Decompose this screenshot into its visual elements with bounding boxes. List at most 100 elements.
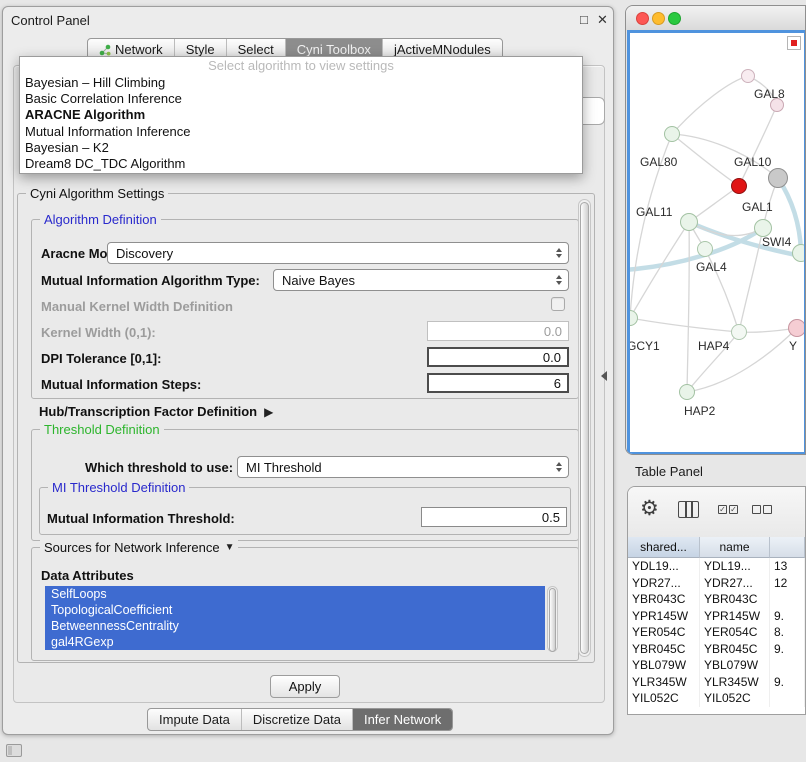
hub-definition-label: Hub/Transcription Factor Definition	[39, 404, 257, 419]
table-toolbar: ⚙ ✓✓	[628, 487, 805, 538]
attribute-item-betweennesscentrality[interactable]: BetweennessCentrality	[45, 618, 545, 634]
tab-label: Impute Data	[159, 712, 230, 727]
expanded-arrow-icon: ▼	[225, 542, 235, 553]
attribute-item-selfloops[interactable]: SelfLoops	[45, 586, 545, 602]
table-row[interactable]: YPR145WYPR145W9.	[628, 608, 805, 625]
settings-gear-icon[interactable]: ⚙	[640, 496, 659, 521]
mi-steps-label: Mutual Information Steps:	[41, 377, 201, 392]
column-header-col2[interactable]	[770, 537, 805, 558]
aracne-mode-select[interactable]: Discovery	[107, 242, 569, 264]
algorithm-option-mutual-information-inference[interactable]: Mutual Information Inference	[20, 124, 582, 140]
tab-label: Infer Network	[364, 712, 441, 727]
tab-infer-network[interactable]: Infer Network	[352, 709, 452, 730]
table-cell: YPR145W	[700, 608, 770, 625]
network-node[interactable]	[768, 168, 788, 188]
table-row[interactable]: YBL079WYBL079W	[628, 657, 805, 674]
control-panel-window: Control Panel □ ✕ NetworkStyleSelectCyni…	[2, 6, 614, 735]
node-label-gal4: GAL4	[696, 260, 727, 274]
attribute-item-topologicalcoefficient[interactable]: TopologicalCoefficient	[45, 602, 545, 618]
scrollbar-thumb[interactable]	[580, 202, 589, 654]
algorithm-option-bayesian-hill-climbing[interactable]: Bayesian – Hill Climbing	[20, 75, 582, 91]
network-node[interactable]	[731, 324, 747, 340]
network-node[interactable]	[697, 241, 713, 257]
float-window-icon[interactable]: □	[580, 12, 588, 27]
tab-label: jActiveMNodules	[394, 42, 491, 57]
tab-impute-data[interactable]: Impute Data	[148, 709, 241, 730]
algorithm-placeholder: Select algorithm to view settings	[20, 57, 582, 75]
algorithm-option-dream8-dc-tdc-algorithm[interactable]: Dream8 DC_TDC Algorithm	[20, 156, 582, 172]
table-cell: YBR043C	[628, 591, 700, 608]
network-canvas[interactable]: GAL8GAL80GAL10GAL1GAL11SWI4GAL4GCY1HAP4Y…	[627, 30, 806, 455]
network-node[interactable]	[741, 69, 755, 83]
birdseye-marker-icon	[791, 40, 797, 46]
apply-button-label: Apply	[289, 679, 322, 694]
zoom-traffic-icon[interactable]	[668, 12, 681, 25]
column-header-name[interactable]: name	[700, 537, 770, 558]
table-row[interactable]: YBR045CYBR045C9.	[628, 641, 805, 658]
network-node[interactable]	[792, 244, 806, 262]
which-threshold-select[interactable]: MI Threshold	[237, 456, 569, 478]
table-row[interactable]: YDL19...YDL19...13	[628, 558, 805, 575]
manual-kernel-checkbox[interactable]	[551, 297, 565, 311]
network-node[interactable]	[679, 384, 695, 400]
tab-label: Discretize Data	[253, 712, 341, 727]
hub-definition-section[interactable]: Hub/Transcription Factor Definition ▶	[39, 404, 273, 419]
table-cell: YBR043C	[700, 591, 770, 608]
table-row[interactable]: YIL052CYIL052C	[628, 690, 805, 707]
table-row[interactable]: YER054CYER054C8.	[628, 624, 805, 641]
mi-steps-input[interactable]: 6	[427, 373, 569, 393]
attribute-item-gal4rgexp[interactable]: gal4RGexp	[45, 634, 545, 650]
table-row[interactable]: YLR345WYLR345W9.	[628, 674, 805, 691]
node-label-hap2: HAP2	[684, 404, 715, 418]
splitpane-handle-icon[interactable]	[601, 371, 607, 381]
kernel-width-input[interactable]: 0.0	[427, 321, 569, 341]
tab-discretize-data[interactable]: Discretize Data	[241, 709, 352, 730]
table-cell	[770, 690, 805, 707]
select-all-icon[interactable]: ✓✓	[718, 505, 738, 514]
close-window-icon[interactable]: ✕	[597, 12, 608, 28]
settings-scrollbar[interactable]	[578, 199, 591, 657]
table-cell: 9.	[770, 674, 805, 691]
collapsed-arrow-icon: ▶	[264, 405, 273, 419]
algorithm-definition-title: Algorithm Definition	[44, 212, 157, 227]
node-label-gal10: GAL10	[734, 155, 771, 169]
network-node[interactable]	[680, 213, 698, 231]
algorithm-option-basic-correlation-inference[interactable]: Basic Correlation Inference	[20, 91, 582, 107]
birdseye-button[interactable]	[787, 36, 801, 50]
table-row[interactable]: YBR043CYBR043C	[628, 591, 805, 608]
node-label-gal11: GAL11	[636, 205, 672, 219]
table-row[interactable]: YDR27...YDR27...12	[628, 575, 805, 592]
aracne-mode-value: Discovery	[116, 246, 173, 261]
mi-type-select[interactable]: Naive Bayes	[273, 269, 569, 291]
mi-threshold-input[interactable]: 0.5	[421, 507, 567, 527]
combo-arrows-icon	[552, 248, 565, 258]
table-cell: YBL079W	[628, 657, 700, 674]
combo-arrows-icon	[552, 275, 565, 285]
node-label-y: Y	[789, 339, 797, 353]
network-node[interactable]	[731, 178, 747, 194]
data-attributes-list: SelfLoopsTopologicalCoefficientBetweenne…	[45, 586, 557, 652]
network-node[interactable]	[788, 319, 806, 337]
network-node[interactable]	[664, 126, 680, 142]
screen: Control Panel □ ✕ NetworkStyleSelectCyni…	[0, 0, 806, 762]
deselect-all-icon[interactable]	[752, 505, 772, 514]
column-header-shared[interactable]: shared...	[628, 537, 700, 558]
table-cell: 13	[770, 558, 805, 575]
table-cell: 9.	[770, 641, 805, 658]
columns-icon[interactable]	[678, 501, 699, 518]
minimize-traffic-icon[interactable]	[652, 12, 665, 25]
scrollbar-thumb[interactable]	[549, 588, 556, 652]
table-body: YDL19...YDL19...13YDR27...YDR27...12YBR0…	[628, 558, 805, 707]
apply-button[interactable]: Apply	[270, 675, 340, 698]
algorithm-option-bayesian-k2[interactable]: Bayesian – K2	[20, 140, 582, 156]
table-cell: YLR345W	[628, 674, 700, 691]
node-label-gal8: GAL8	[754, 87, 785, 101]
algorithm-option-aracne-algorithm[interactable]: ARACNE Algorithm	[20, 107, 582, 123]
attributes-list-scrollbar[interactable]	[547, 586, 558, 652]
minimized-panel-icon[interactable]	[6, 744, 22, 757]
close-traffic-icon[interactable]	[636, 12, 649, 25]
table-cell: 12	[770, 575, 805, 592]
table-cell	[770, 591, 805, 608]
table-cell: YIL052C	[700, 690, 770, 707]
dpi-tolerance-input[interactable]: 0.0	[427, 347, 569, 367]
